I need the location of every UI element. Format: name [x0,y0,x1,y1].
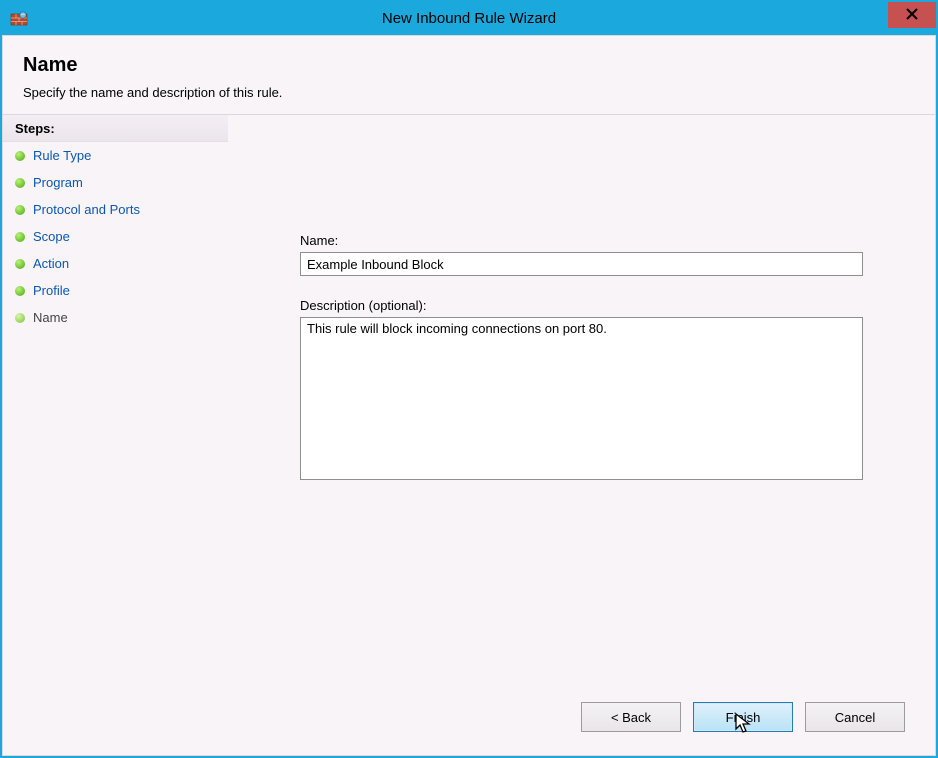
name-label: Name: [300,233,865,248]
finish-button[interactable]: Finish [693,702,793,732]
step-bullet-icon [15,178,25,188]
close-button[interactable] [888,2,936,28]
step-action[interactable]: Action [3,250,228,277]
step-rule-type[interactable]: Rule Type [3,142,228,169]
step-label: Scope [33,229,70,244]
page-header: Name Specify the name and description of… [3,36,935,115]
wizard-buttons: < Back Finish Cancel [581,702,905,732]
description-label: Description (optional): [300,298,865,313]
step-protocol-and-ports[interactable]: Protocol and Ports [3,196,228,223]
step-label: Rule Type [33,148,91,163]
step-program[interactable]: Program [3,169,228,196]
close-icon [906,7,918,23]
step-label: Program [33,175,83,190]
step-bullet-icon [15,205,25,215]
description-textarea[interactable] [300,317,863,480]
finish-button-label: Finish [726,710,761,725]
steps-header: Steps: [3,115,228,142]
step-label: Profile [33,283,70,298]
step-label: Protocol and Ports [33,202,140,217]
back-button[interactable]: < Back [581,702,681,732]
step-profile[interactable]: Profile [3,277,228,304]
titlebar: New Inbound Rule Wizard [2,2,936,35]
step-label: Action [33,256,69,271]
main-pane: Name: Description (optional): < Back Fin… [228,115,935,755]
name-input[interactable] [300,252,863,276]
cancel-button[interactable]: Cancel [805,702,905,732]
step-bullet-icon [15,151,25,161]
wizard-body: Name Specify the name and description of… [2,35,936,756]
wizard-window: New Inbound Rule Wizard Name Specify the… [0,0,938,758]
step-bullet-icon [15,313,25,323]
content-area: Steps: Rule Type Program Protocol and Po… [3,115,935,755]
step-label: Name [33,310,68,325]
page-subheading: Specify the name and description of this… [23,85,915,100]
step-bullet-icon [15,259,25,269]
step-name[interactable]: Name [3,304,228,331]
step-bullet-icon [15,232,25,242]
step-scope[interactable]: Scope [3,223,228,250]
page-heading: Name [23,54,915,77]
firewall-icon [10,10,28,28]
window-title: New Inbound Rule Wizard [2,10,936,27]
step-bullet-icon [15,286,25,296]
steps-sidebar: Steps: Rule Type Program Protocol and Po… [3,115,228,755]
